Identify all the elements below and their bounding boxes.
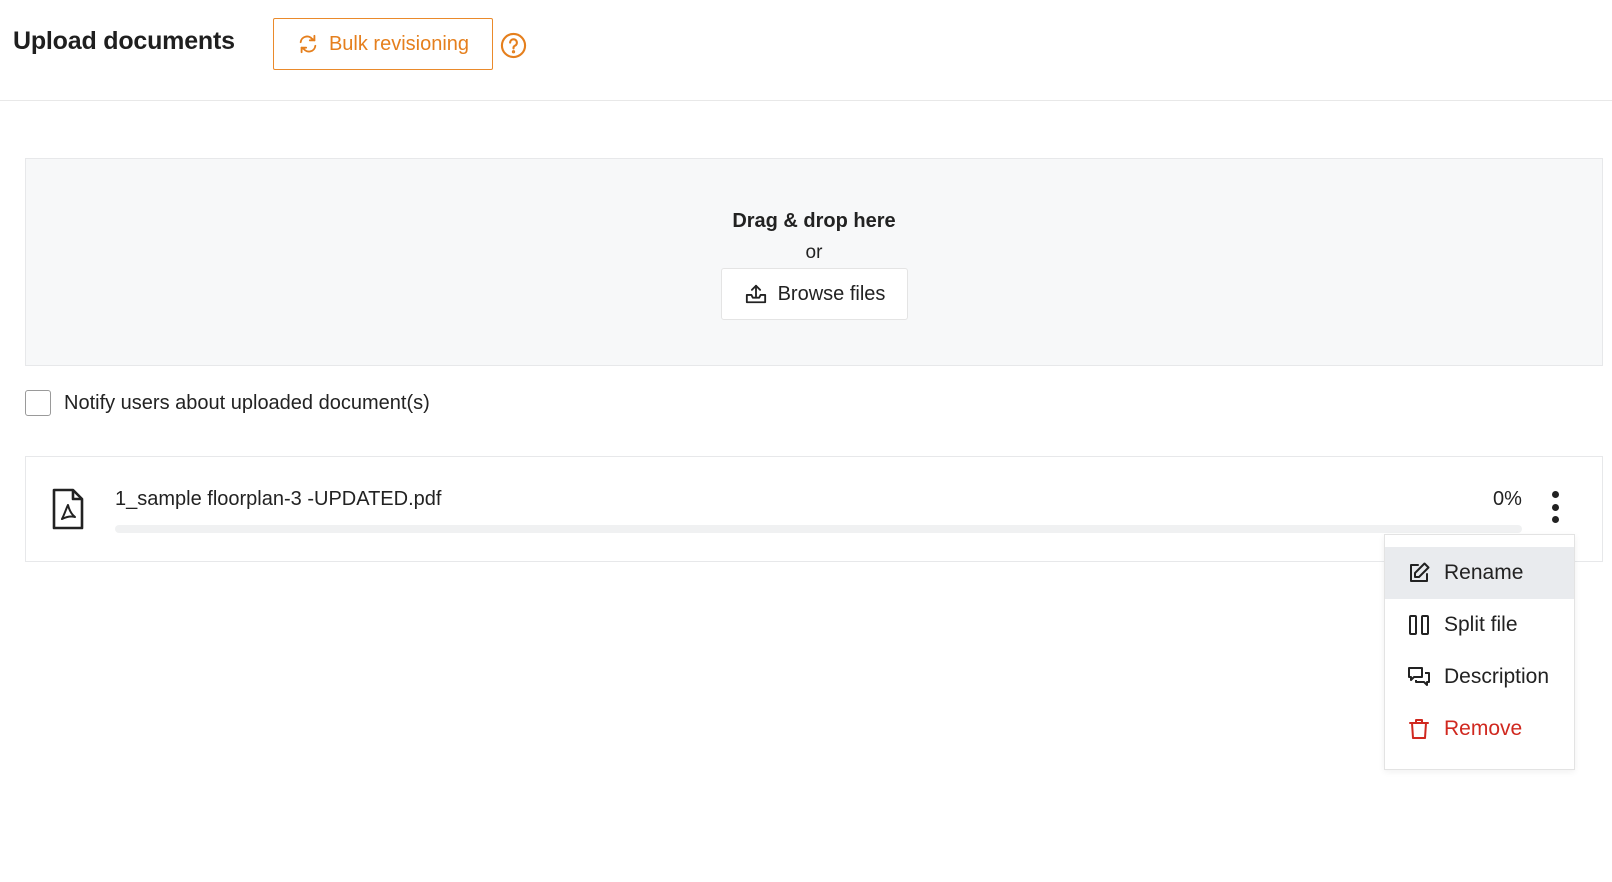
file-context-menu: Rename Split file Description Remove — [1384, 534, 1575, 770]
file-dropzone[interactable]: Drag & drop here or Browse files — [25, 158, 1603, 366]
menu-item-remove[interactable]: Remove — [1385, 703, 1574, 755]
file-name: 1_sample floorplan-3 -UPDATED.pdf — [115, 488, 442, 510]
refresh-arrows-icon — [299, 34, 317, 54]
menu-item-description[interactable]: Description — [1385, 651, 1574, 703]
upload-percent: 0% — [1493, 488, 1522, 510]
dropzone-title: Drag & drop here — [732, 210, 896, 232]
page-header: Upload documents Bulk revisioning — [0, 0, 1612, 101]
notify-users-label: Notify users about uploaded document(s) — [64, 391, 430, 414]
browse-files-label: Browse files — [777, 282, 886, 305]
page-title: Upload documents — [13, 27, 235, 55]
upload-tray-icon — [745, 284, 766, 304]
upload-progress-bar — [115, 525, 1522, 533]
notify-users-option[interactable]: Notify users about uploaded document(s) — [25, 390, 430, 416]
browse-files-button[interactable]: Browse files — [721, 268, 908, 320]
menu-item-label: Remove — [1444, 717, 1523, 740]
menu-item-split-file[interactable]: Split file — [1385, 599, 1574, 651]
pdf-file-icon — [52, 488, 84, 530]
menu-item-label: Split file — [1444, 613, 1518, 636]
menu-item-rename[interactable]: Rename — [1385, 547, 1574, 599]
split-icon — [1409, 615, 1429, 635]
menu-item-label: Description — [1444, 665, 1550, 688]
kebab-dot — [1551, 491, 1559, 498]
more-options-icon[interactable] — [1548, 491, 1562, 523]
notify-users-checkbox[interactable] — [25, 390, 51, 416]
edit-icon — [1410, 562, 1430, 582]
kebab-dot — [1551, 516, 1559, 523]
dropzone-or: or — [805, 242, 823, 263]
chat-bubbles-icon — [1408, 667, 1430, 686]
trash-icon — [1409, 719, 1429, 739]
help-circle-icon[interactable] — [500, 32, 527, 59]
uploaded-file-row: 1_sample floorplan-3 -UPDATED.pdf 0% — [25, 456, 1603, 562]
kebab-dot — [1551, 503, 1559, 511]
bulk-revisioning-label: Bulk revisioning — [328, 32, 470, 55]
menu-item-label: Rename — [1444, 561, 1524, 584]
bulk-revisioning-button[interactable]: Bulk revisioning — [273, 18, 493, 70]
